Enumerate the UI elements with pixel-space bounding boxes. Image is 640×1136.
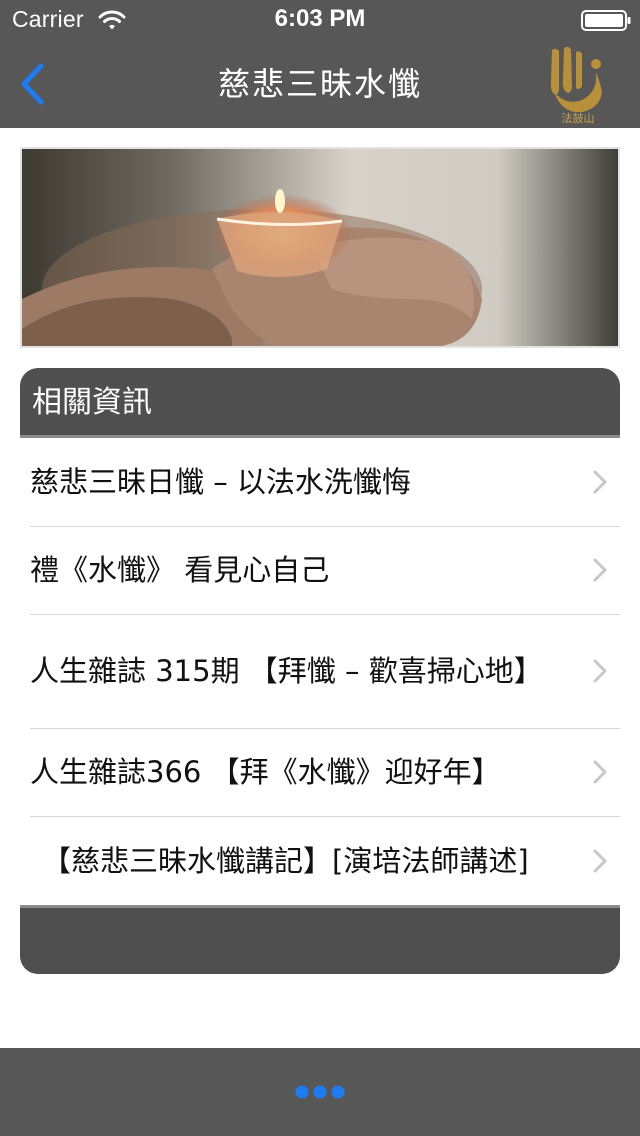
back-button[interactable] [10, 58, 54, 110]
status-bar: Carrier 6:03 PM [0, 0, 640, 40]
list-item[interactable]: 【慈悲三昧水懺講記】[演培法師講述] [20, 816, 620, 905]
related-info-panel: 相關資訊 慈悲三昧日懺 – 以法水洗懺悔 禮《水懺》 看見心自己 人生雜誌 31… [20, 368, 620, 974]
navigation-bar: Carrier 6:03 PM 慈悲三昧水懺 法鼓山 [0, 0, 640, 128]
list-item-label: 人生雜誌 315期 【拜懺 – 歡喜掃心地】 [30, 654, 543, 688]
chevron-right-icon [593, 760, 607, 784]
chevron-right-icon [593, 558, 607, 582]
related-info-list: 慈悲三昧日懺 – 以法水洗懺悔 禮《水懺》 看見心自己 人生雜誌 315期 【拜… [20, 438, 620, 905]
list-item[interactable]: 慈悲三昧日懺 – 以法水洗懺悔 [20, 438, 620, 526]
chevron-left-icon [21, 63, 44, 105]
ellipsis-icon[interactable] [294, 1084, 346, 1100]
dharma-drum-logo: 法鼓山 [550, 46, 602, 124]
chevron-right-icon [593, 659, 607, 683]
list-item[interactable]: 禮《水懺》 看見心自己 [20, 526, 620, 614]
list-item[interactable]: 人生雜誌366 【拜《水懺》迎好年】 [20, 728, 620, 816]
list-item-label: 禮《水懺》 看見心自己 [30, 553, 330, 587]
bottom-toolbar [0, 1048, 640, 1136]
clock: 6:03 PM [274, 5, 366, 32]
chevron-right-icon [593, 470, 607, 494]
chevron-right-icon [593, 849, 607, 872]
list-item-label: 【慈悲三昧水懺講記】[演培法師講述] [42, 843, 529, 878]
svg-text:法鼓山: 法鼓山 [562, 111, 595, 124]
list-item[interactable]: 人生雜誌 315期 【拜懺 – 歡喜掃心地】 [20, 614, 620, 728]
list-item-label: 人生雜誌366 【拜《水懺》迎好年】 [30, 755, 501, 789]
list-item-label: 慈悲三昧日懺 – 以法水洗懺悔 [30, 465, 411, 499]
panel-header: 相關資訊 [20, 368, 620, 438]
hero-image-candle-hands [20, 147, 620, 348]
panel-footer [20, 905, 620, 974]
battery-icon [581, 10, 631, 31]
page-title: 慈悲三昧水懺 [217, 65, 422, 103]
